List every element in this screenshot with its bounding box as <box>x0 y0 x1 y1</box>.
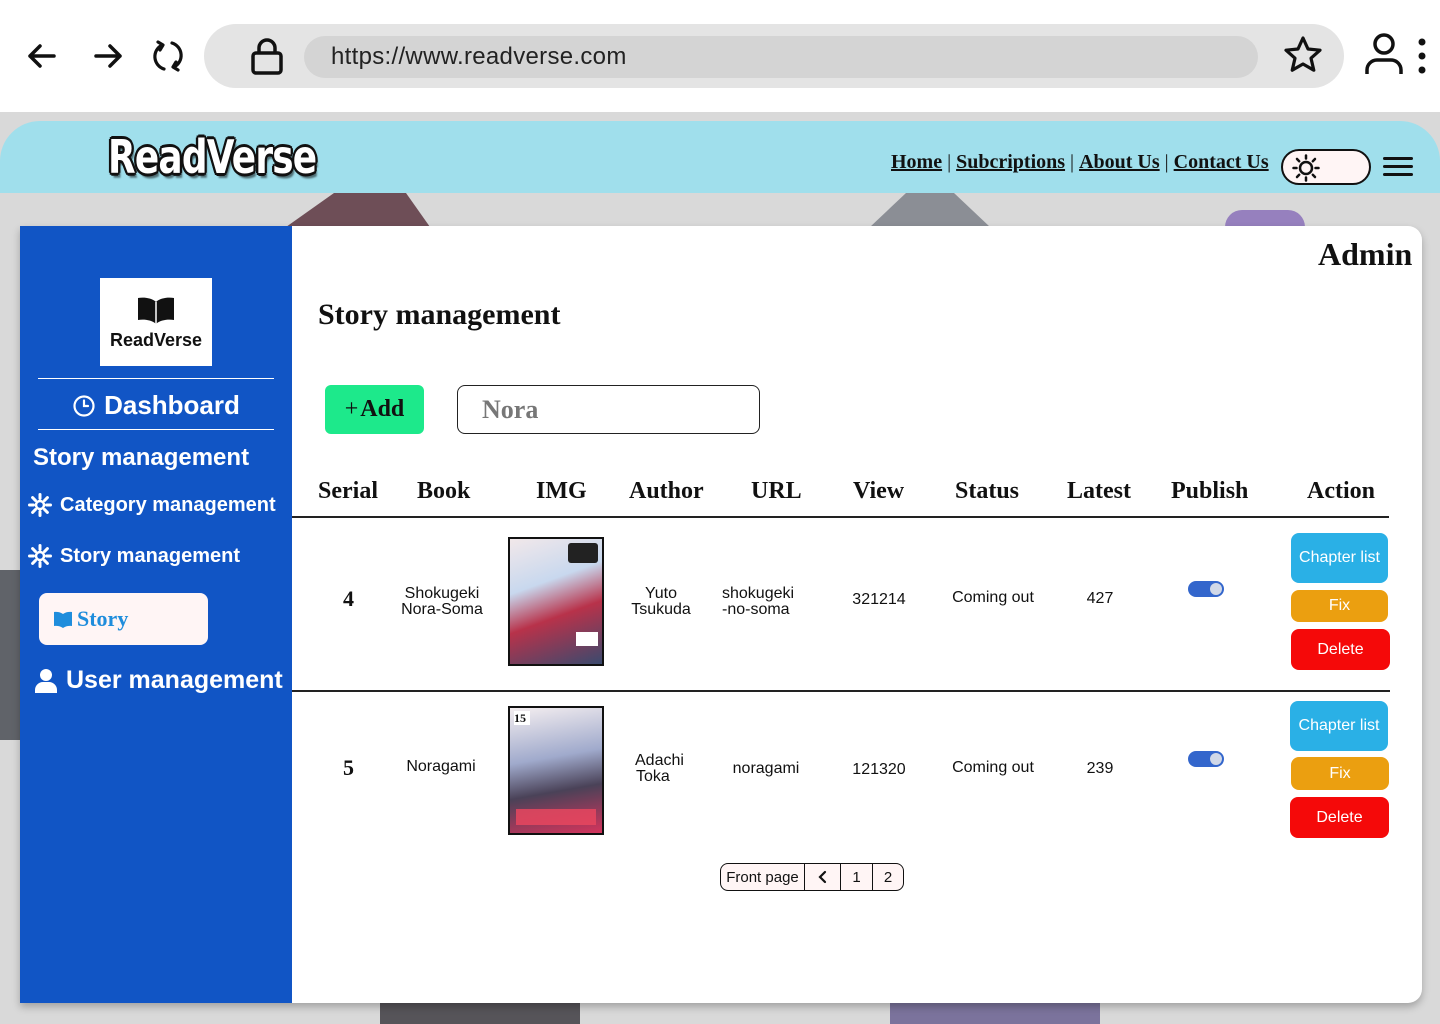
background-art <box>0 570 20 740</box>
sidebar-item-label: Category management <box>60 493 276 516</box>
column-header-book: Book <box>417 478 471 504</box>
background-art <box>286 193 430 227</box>
open-book-icon <box>138 297 174 324</box>
user-management-label: User management <box>66 666 283 694</box>
nav-home[interactable]: Home <box>891 151 942 174</box>
publish-toggle[interactable] <box>1188 751 1224 767</box>
gear-icon <box>28 493 52 517</box>
fix-button[interactable]: Fix <box>1291 757 1389 790</box>
add-button[interactable]: + Add <box>325 385 424 434</box>
sidebar: ReadVerse Dashboard Story management Cat… <box>20 226 292 1003</box>
nav-separator: | <box>1070 151 1075 173</box>
gear-icon <box>28 544 52 568</box>
book-cover-image: 15 <box>508 706 604 835</box>
sidebar-item-label: Story management <box>60 544 241 567</box>
cell-book: Shokugeki Nora-Soma <box>401 585 483 618</box>
user-icon <box>35 668 57 693</box>
nav-about-us[interactable]: About Us <box>1079 151 1160 174</box>
cell-serial: 4 <box>343 586 354 611</box>
divider <box>38 429 274 430</box>
column-header-latest: Latest <box>1067 478 1131 504</box>
book-cover-image <box>508 537 604 666</box>
sidebar-item-story-management[interactable]: Story management <box>28 544 240 568</box>
column-header-status: Status <box>955 478 1020 504</box>
pagination-front-page[interactable]: Front page <box>721 864 805 890</box>
hamburger-menu-icon[interactable] <box>1383 157 1413 179</box>
cell-author: Yuto Tsukuda <box>631 585 691 618</box>
pagination-page[interactable]: 2 <box>873 864 903 890</box>
cell-status: Coming out <box>952 759 1034 776</box>
column-header-url: URL <box>751 478 802 504</box>
top-navigation: Home | Subcriptions | About Us | Contact Us <box>891 151 1269 174</box>
page-title: Story management <box>318 298 561 331</box>
publish-toggle[interactable] <box>1188 581 1224 597</box>
chapter-list-button[interactable]: Chapter list <box>1291 533 1388 583</box>
profile-icon[interactable] <box>1364 32 1404 76</box>
sidebar-logo[interactable]: ReadVerse <box>100 278 212 366</box>
sidebar-item-dashboard[interactable]: Dashboard <box>20 390 292 421</box>
sidebar-logo-name: ReadVerse <box>109 329 203 350</box>
background-art <box>1225 210 1305 227</box>
cell-url: shokugeki -no-soma <box>722 585 795 618</box>
reload-icon <box>153 40 183 72</box>
column-header-action: Action <box>1307 478 1375 504</box>
book-icon <box>54 611 72 628</box>
background-art <box>380 1003 580 1024</box>
search-input[interactable] <box>457 385 760 434</box>
fix-button[interactable]: Fix <box>1291 590 1388 622</box>
dashboard-label: Dashboard <box>104 390 240 420</box>
cell-view: 121320 <box>852 761 906 778</box>
sidebar-item-user-management[interactable]: User management <box>34 666 283 695</box>
reload-button[interactable] <box>146 34 190 78</box>
nav-separator: | <box>947 151 952 173</box>
column-header-publish: Publish <box>1171 478 1249 504</box>
bookmark-star-icon[interactable] <box>1282 34 1324 76</box>
add-button-label: Add <box>360 396 405 422</box>
clock-icon <box>73 394 95 417</box>
lock-icon <box>251 38 283 75</box>
column-header-img: IMG <box>536 478 587 504</box>
back-button[interactable] <box>20 34 64 78</box>
column-header-view: View <box>853 478 905 504</box>
cell-view: 321214 <box>852 591 906 608</box>
delete-button[interactable]: Delete <box>1291 629 1390 670</box>
pagination: Front page 1 2 <box>720 863 904 891</box>
column-header-author: Author <box>629 478 704 504</box>
forward-button[interactable] <box>86 34 130 78</box>
cell-latest: 427 <box>1086 590 1114 607</box>
chapter-list-button[interactable]: Chapter list <box>1290 701 1388 751</box>
sidebar-item-label: Story <box>77 606 129 631</box>
background-art <box>890 1003 1100 1024</box>
cell-url: noragami <box>732 760 800 777</box>
more-options-icon[interactable] <box>1414 36 1430 76</box>
sidebar-item-category-management[interactable]: Category management <box>28 493 276 517</box>
cell-serial: 5 <box>343 755 354 780</box>
cell-book: Noragami <box>406 758 476 775</box>
sun-icon <box>1292 154 1320 182</box>
role-label: Admin <box>1318 236 1413 272</box>
nav-subscriptions[interactable]: Subcriptions <box>956 151 1065 174</box>
sidebar-item-story[interactable]: Story <box>39 593 208 645</box>
column-header-serial: Serial <box>318 478 378 504</box>
url-input[interactable]: https://www.readverse.com <box>304 36 1258 78</box>
chevron-left-icon <box>817 870 826 884</box>
plus-icon: + <box>344 396 359 422</box>
delete-button[interactable]: Delete <box>1290 797 1389 838</box>
cell-author: Adachi Toka <box>635 752 684 785</box>
divider <box>38 378 274 379</box>
table-header-divider <box>292 516 1389 518</box>
cell-latest: 239 <box>1086 760 1114 777</box>
sidebar-section-title: Story management <box>33 444 250 471</box>
nav-contact-us[interactable]: Contact Us <box>1174 151 1269 174</box>
arrow-left-icon <box>28 44 56 68</box>
background-art <box>870 193 990 227</box>
row-divider <box>292 690 1390 692</box>
pagination-page[interactable]: 1 <box>841 864 873 890</box>
arrow-right-icon <box>94 44 122 68</box>
theme-toggle[interactable] <box>1281 149 1371 185</box>
cell-status: Coming out <box>952 589 1034 606</box>
pagination-prev[interactable] <box>805 864 841 890</box>
site-logo[interactable]: ReadVerse <box>108 130 317 184</box>
nav-separator: | <box>1164 151 1169 173</box>
